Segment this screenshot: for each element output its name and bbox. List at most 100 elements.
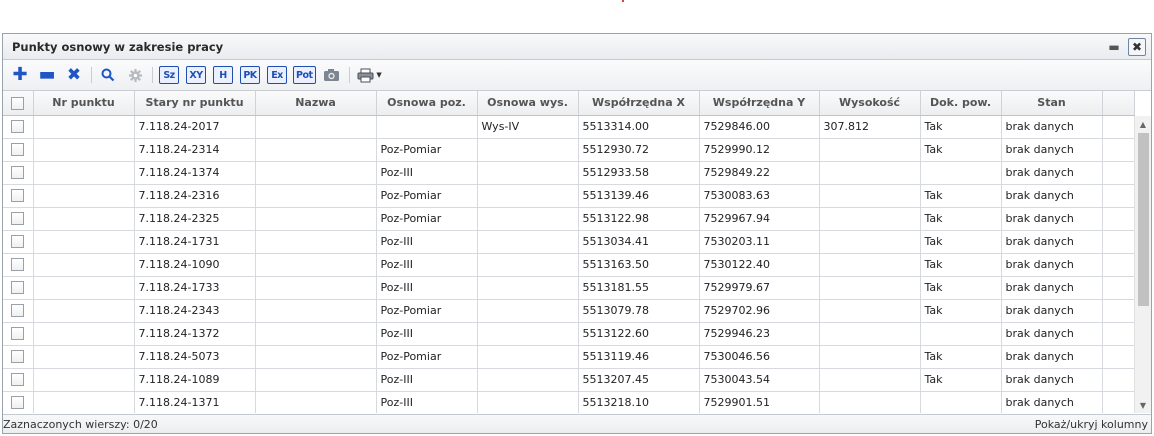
table-cell[interactable]: Poz-III xyxy=(376,322,478,346)
table-cell[interactable]: 7529967.94 xyxy=(699,207,820,231)
table-cell[interactable] xyxy=(255,391,377,413)
close-window-icon[interactable]: ✖ xyxy=(1128,38,1146,56)
column-header[interactable]: Osnowa poz. xyxy=(376,91,478,116)
table-cell[interactable] xyxy=(920,391,1002,413)
scroll-down-icon[interactable]: ▼ xyxy=(1135,397,1151,413)
column-header[interactable]: Stan xyxy=(1001,91,1103,116)
table-cell[interactable]: 7529702.96 xyxy=(699,299,820,323)
table-cell[interactable] xyxy=(33,207,135,231)
table-cell[interactable]: 5513079.78 xyxy=(578,299,700,323)
row-checkbox-cell[interactable] xyxy=(3,253,34,277)
table-cell[interactable]: 5512930.72 xyxy=(578,138,700,162)
table-cell[interactable] xyxy=(255,276,377,300)
table-cell[interactable] xyxy=(33,138,135,162)
row-checkbox[interactable] xyxy=(11,304,25,318)
vertical-scrollbar[interactable]: ▲ ▼ xyxy=(1134,116,1151,413)
table-cell[interactable] xyxy=(819,276,921,300)
row-checkbox[interactable] xyxy=(11,212,25,226)
row-checkbox-cell[interactable] xyxy=(3,230,34,254)
table-row[interactable]: 7.118.24-1374 Poz-III 5512933.58 7529849.22… xyxy=(3,161,1135,185)
table-cell[interactable] xyxy=(33,115,135,139)
table-cell[interactable] xyxy=(33,161,135,185)
table-cell[interactable]: brak danych xyxy=(1001,230,1103,254)
table-cell[interactable]: 307.812 xyxy=(819,115,921,139)
table-cell[interactable]: Wys-IV xyxy=(477,115,579,139)
table-cell[interactable]: Tak xyxy=(920,230,1002,254)
table-cell[interactable] xyxy=(255,368,377,392)
row-checkbox[interactable] xyxy=(11,120,25,134)
table-cell[interactable] xyxy=(477,322,579,346)
table-cell[interactable] xyxy=(477,184,579,208)
row-checkbox-cell[interactable] xyxy=(3,207,34,231)
scrollbar-thumb[interactable] xyxy=(1138,133,1149,306)
table-cell[interactable]: brak danych xyxy=(1001,253,1103,277)
table-cell[interactable] xyxy=(477,276,579,300)
table-cell[interactable]: 7530043.54 xyxy=(699,368,820,392)
column-header[interactable]: Nazwa xyxy=(255,91,377,116)
table-cell[interactable]: 5513119.46 xyxy=(578,345,700,369)
table-cell[interactable] xyxy=(819,207,921,231)
table-cell[interactable] xyxy=(33,345,135,369)
table-cell[interactable]: 7.118.24-5073 xyxy=(134,345,256,369)
table-cell[interactable] xyxy=(819,230,921,254)
table-cell[interactable]: Tak xyxy=(920,115,1002,139)
table-cell[interactable]: 5513181.55 xyxy=(578,276,700,300)
table-row[interactable]: 7.118.24-2343 Poz-Pomiar 5513079.78 7529702… xyxy=(3,299,1135,323)
table-cell[interactable]: brak danych xyxy=(1001,322,1103,346)
table-cell[interactable]: Poz-III xyxy=(376,276,478,300)
table-cell[interactable] xyxy=(477,138,579,162)
table-cell[interactable]: 7.118.24-1371 xyxy=(134,391,256,413)
table-cell[interactable]: 7.118.24-1733 xyxy=(134,276,256,300)
table-cell[interactable] xyxy=(255,345,377,369)
table-cell[interactable] xyxy=(33,322,135,346)
table-cell[interactable]: 7530046.56 xyxy=(699,345,820,369)
row-checkbox-cell[interactable] xyxy=(3,391,34,413)
ex-button[interactable]: Ex xyxy=(266,64,288,86)
table-cell[interactable]: 5513314.00 xyxy=(578,115,700,139)
table-cell[interactable]: Tak xyxy=(920,207,1002,231)
table-cell[interactable] xyxy=(33,391,135,413)
select-all-checkbox[interactable] xyxy=(11,96,25,110)
table-cell[interactable] xyxy=(819,368,921,392)
table-cell[interactable]: Poz-III xyxy=(376,161,478,185)
table-cell[interactable] xyxy=(376,115,478,139)
table-cell[interactable]: 5513139.46 xyxy=(578,184,700,208)
delete-button[interactable]: ✖ xyxy=(63,64,85,86)
table-cell[interactable] xyxy=(819,253,921,277)
table-cell[interactable]: 5513034.41 xyxy=(578,230,700,254)
row-checkbox[interactable] xyxy=(11,396,25,410)
table-row[interactable]: 7.118.24-2017 Wys-IV 5513314.00 7529846.00 3… xyxy=(3,115,1135,139)
camera-button[interactable] xyxy=(321,64,343,86)
table-cell[interactable]: 5513163.50 xyxy=(578,253,700,277)
row-checkbox[interactable] xyxy=(11,373,25,387)
table-cell[interactable]: brak danych xyxy=(1001,207,1103,231)
table-cell[interactable]: 7.118.24-2343 xyxy=(134,299,256,323)
row-checkbox-cell[interactable] xyxy=(3,161,34,185)
table-cell[interactable]: brak danych xyxy=(1001,299,1103,323)
table-cell[interactable]: 5512933.58 xyxy=(578,161,700,185)
table-cell[interactable]: 7529979.67 xyxy=(699,276,820,300)
pot-button[interactable]: Pot xyxy=(293,64,316,86)
table-cell[interactable] xyxy=(819,184,921,208)
table-cell[interactable]: 5513122.98 xyxy=(578,207,700,231)
table-cell[interactable] xyxy=(477,253,579,277)
table-row[interactable]: 7.118.24-1733 Poz-III 5513181.55 7529979.67… xyxy=(3,276,1135,300)
table-cell[interactable]: brak danych xyxy=(1001,138,1103,162)
row-checkbox[interactable] xyxy=(11,258,25,272)
table-row[interactable]: 7.118.24-5073 Poz-Pomiar 5513119.46 7530046… xyxy=(3,345,1135,369)
table-cell[interactable]: Poz-Pomiar xyxy=(376,207,478,231)
table-cell[interactable] xyxy=(819,391,921,413)
table-cell[interactable]: brak danych xyxy=(1001,115,1103,139)
table-cell[interactable] xyxy=(477,299,579,323)
table-row[interactable]: 7.118.24-1731 Poz-III 5513034.41 7530203.11… xyxy=(3,230,1135,254)
table-row[interactable]: 7.118.24-1371 Poz-III 5513218.10 7529901.51… xyxy=(3,391,1135,413)
table-cell[interactable]: 7.118.24-1374 xyxy=(134,161,256,185)
table-cell[interactable] xyxy=(819,161,921,185)
table-cell[interactable] xyxy=(819,138,921,162)
table-cell[interactable]: Tak xyxy=(920,276,1002,300)
column-header[interactable]: Osnowa wys. xyxy=(477,91,579,116)
table-row[interactable]: 7.118.24-1090 Poz-III 5513163.50 7530122.40… xyxy=(3,253,1135,277)
table-cell[interactable]: 7529901.51 xyxy=(699,391,820,413)
row-checkbox-cell[interactable] xyxy=(3,345,34,369)
table-cell[interactable]: brak danych xyxy=(1001,345,1103,369)
